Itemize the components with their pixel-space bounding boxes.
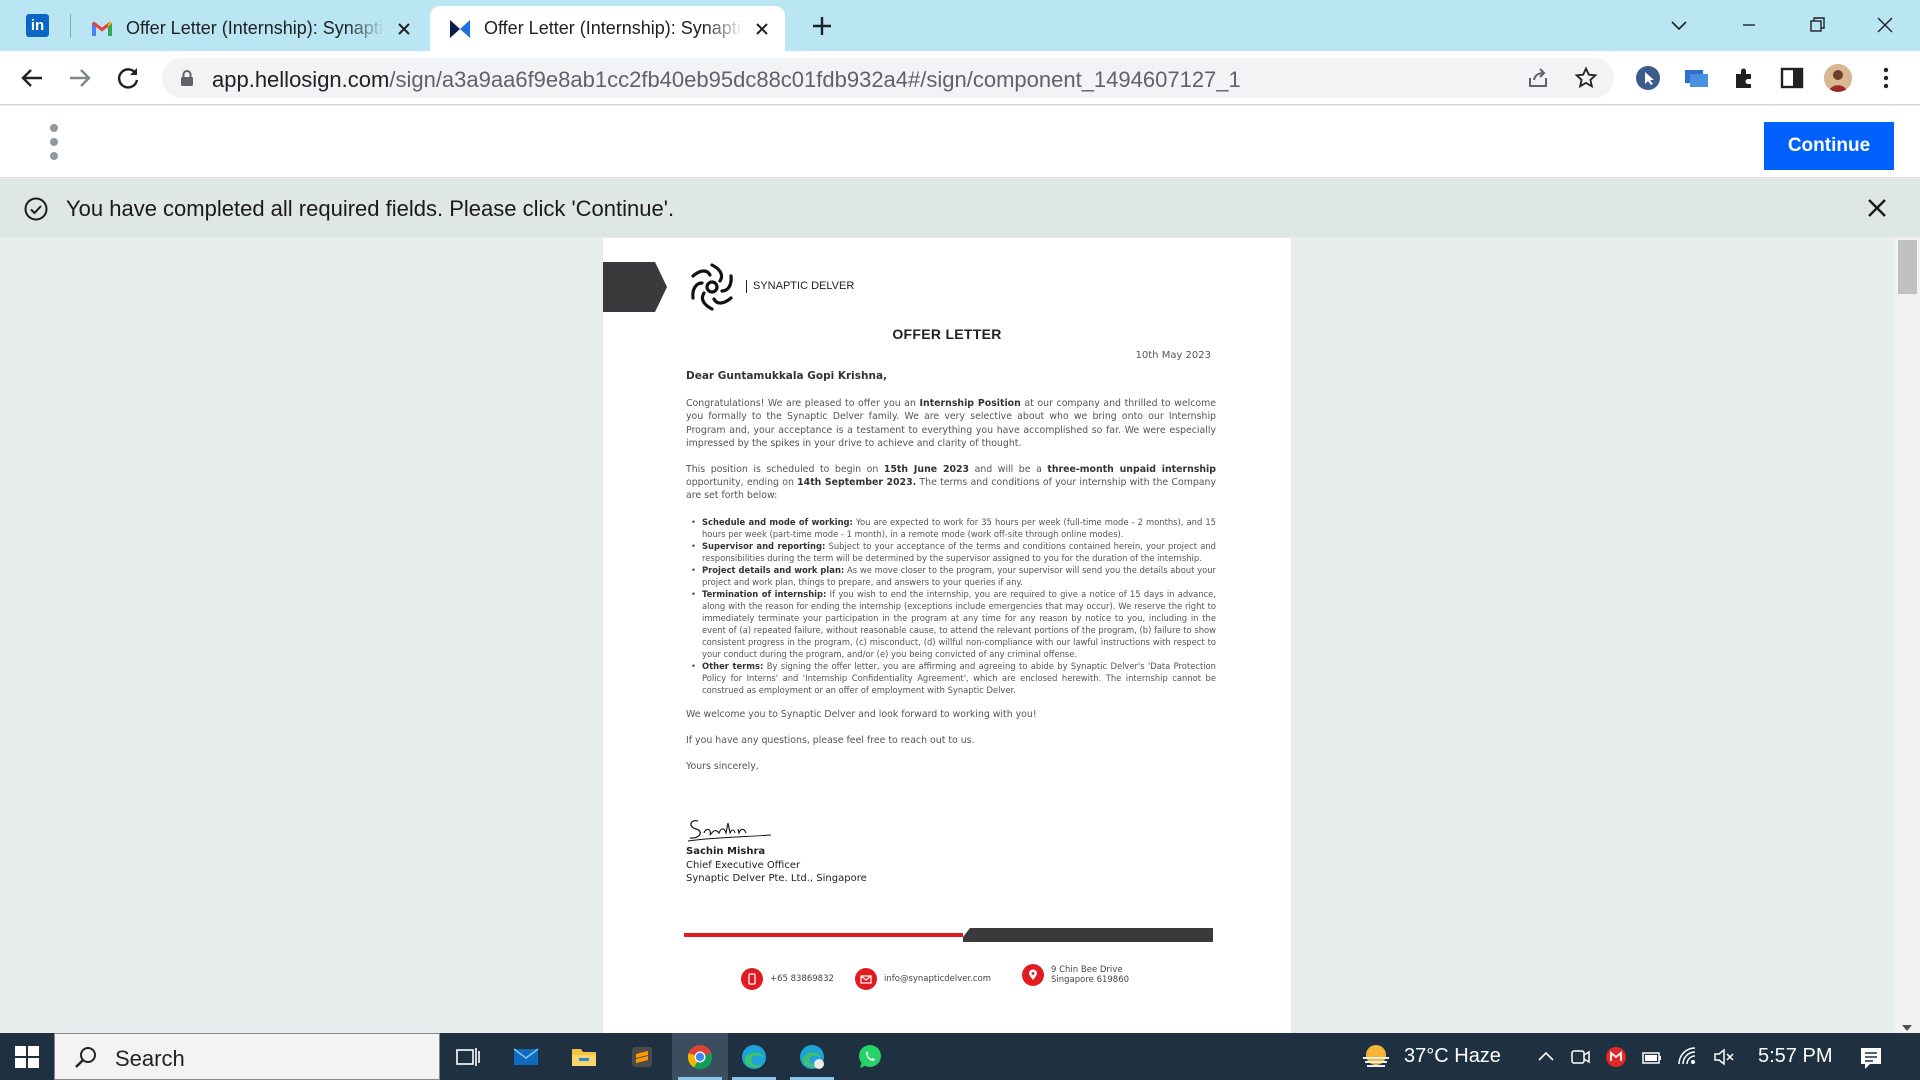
side-panel-icon[interactable] xyxy=(1778,64,1806,92)
weather-text[interactable]: 37°C Haze xyxy=(1404,1033,1501,1080)
url-text: app.hellosign.com/sign/a3a9aa6f9e8ab1cc2… xyxy=(212,67,1241,92)
sublime-text-icon[interactable] xyxy=(614,1033,670,1080)
close-tab-icon[interactable] xyxy=(751,18,773,40)
start-button[interactable] xyxy=(0,1033,54,1080)
document-viewport[interactable]: SYNAPTIC DELVER OFFER LETTER 10th May 20… xyxy=(0,238,1920,1033)
term-item: Termination of internship: If you wish t… xyxy=(691,588,1216,660)
close-tab-icon[interactable] xyxy=(393,18,415,40)
bookmark-star-icon[interactable] xyxy=(1574,66,1598,90)
vertical-scrollbar[interactable] xyxy=(1894,238,1920,1033)
signer-company: Synaptic Delver Pte. Ltd., Singapore xyxy=(686,873,867,884)
cursor-extension-icon[interactable] xyxy=(1634,64,1662,92)
letter-body: Dear Guntamukkala Gopi Krishna, Congratu… xyxy=(686,370,1216,789)
contact-email: info@synapticdelver.com xyxy=(855,968,991,990)
weather-haze-icon[interactable] xyxy=(1360,1042,1392,1072)
restore-icon[interactable] xyxy=(1802,10,1832,40)
search-icon xyxy=(75,1047,96,1068)
welcome-line: We welcome you to Synaptic Delver and lo… xyxy=(686,708,1037,720)
tab-gmail-offer-letter[interactable]: Offer Letter (Internship): Synaptic Delv… xyxy=(72,6,427,51)
term-item: Project details and work plan: As we mov… xyxy=(691,564,1216,588)
share-icon[interactable] xyxy=(1526,66,1550,90)
letter-date: 10th May 2023 xyxy=(1135,350,1211,361)
contact-phone: +65 83869832 xyxy=(741,968,834,990)
extensions-puzzle-icon[interactable] xyxy=(1730,64,1758,92)
search-label: Search xyxy=(115,1046,185,1071)
scroll-down-arrow-icon[interactable] xyxy=(1902,1025,1912,1031)
mail-app-icon[interactable] xyxy=(498,1033,554,1080)
chrome-app-icon[interactable] xyxy=(672,1033,728,1080)
header-arrow-decoration xyxy=(603,262,667,312)
show-hidden-icons-chevron-icon[interactable] xyxy=(1534,1045,1558,1069)
signer-block: Sachin Mishra Chief Executive Officer Sy… xyxy=(686,845,867,886)
terms-list: Schedule and mode of working: You are ex… xyxy=(686,516,1216,696)
lock-icon[interactable] xyxy=(178,69,196,87)
window-extension-icon[interactable] xyxy=(1682,64,1710,92)
phone-icon xyxy=(741,968,763,990)
clock-time[interactable]: 5:57 PM xyxy=(1758,1033,1832,1080)
linkedin-icon[interactable]: in xyxy=(26,14,49,37)
tab-separator xyxy=(70,14,71,38)
check-circle-icon xyxy=(24,197,48,221)
letter-title: OFFER LETTER xyxy=(892,326,1002,342)
volume-muted-icon[interactable] xyxy=(1712,1045,1736,1069)
footer-divider xyxy=(684,928,1213,942)
hellosign-header: Continue xyxy=(0,106,1920,178)
camera-tray-icon[interactable] xyxy=(1568,1045,1592,1069)
more-options-icon[interactable] xyxy=(48,122,60,162)
windows-logo-icon xyxy=(15,1046,39,1068)
new-tab-icon[interactable] xyxy=(810,14,834,38)
close-window-icon[interactable] xyxy=(1870,10,1900,40)
paragraph-intro: Congratulations! We are pleased to offer… xyxy=(686,398,1216,449)
signer-name: Sachin Mishra xyxy=(686,846,766,857)
browser-menu-icon[interactable] xyxy=(1872,64,1900,92)
task-view-icon[interactable] xyxy=(440,1033,496,1080)
notifications-icon[interactable] xyxy=(1858,1045,1884,1071)
mail-icon xyxy=(855,968,877,990)
taskbar-search-box[interactable]: Search xyxy=(54,1033,440,1080)
term-item: Other terms: By signing the offer letter… xyxy=(691,660,1216,696)
whatsapp-icon[interactable] xyxy=(842,1033,898,1080)
continue-button[interactable]: Continue xyxy=(1764,122,1894,170)
address-bar[interactable]: app.hellosign.com/sign/a3a9aa6f9e8ab1cc2… xyxy=(162,58,1614,98)
notice-message: You have completed all required fields. … xyxy=(66,196,675,221)
edge-app-icon[interactable] xyxy=(726,1033,782,1080)
browser-tab-strip: in Offer Letter (Internship): Synaptic D… xyxy=(0,0,1920,51)
offer-letter-page: SYNAPTIC DELVER OFFER LETTER 10th May 20… xyxy=(603,238,1291,1033)
gmail-icon xyxy=(92,21,112,36)
file-explorer-icon[interactable] xyxy=(556,1033,612,1080)
back-icon[interactable] xyxy=(18,64,46,92)
battery-icon[interactable] xyxy=(1640,1045,1664,1069)
completion-notice: You have completed all required fields. … xyxy=(0,179,1920,237)
hellosign-icon xyxy=(450,19,470,38)
tab-title: Offer Letter (Internship): Synaptic Delv… xyxy=(126,18,385,38)
signature-image xyxy=(687,820,772,842)
windows-taskbar: Search 37°C Haze 5:57 PM xyxy=(0,1033,1920,1080)
term-item: Schedule and mode of working: You are ex… xyxy=(691,516,1216,540)
questions-line: If you have any questions, please feel f… xyxy=(686,734,975,746)
location-pin-icon xyxy=(1022,964,1044,986)
synaptic-delver-logo xyxy=(691,263,733,311)
paragraph-schedule: This position is scheduled to begin on 1… xyxy=(686,464,1217,502)
signer-title: Chief Executive Officer xyxy=(686,859,801,871)
browser-toolbar: app.hellosign.com/sign/a3a9aa6f9e8ab1cc2… xyxy=(0,51,1920,105)
term-item: Supervisor and reporting: Subject to you… xyxy=(691,540,1216,564)
profile-avatar[interactable] xyxy=(1824,64,1852,92)
tab-hellosign-offer-letter[interactable]: Offer Letter (Internship): Synaptic Delv… xyxy=(430,6,785,51)
close-notice-icon[interactable] xyxy=(1864,195,1890,221)
tab-title: Offer Letter (Internship): Synaptic Delv… xyxy=(484,18,743,38)
edge-profile-app-icon[interactable] xyxy=(784,1033,840,1080)
tab-search-chevron-icon[interactable] xyxy=(1664,10,1694,40)
scrollbar-thumb[interactable] xyxy=(1898,240,1917,294)
salutation: Dear Guntamukkala Gopi Krishna, xyxy=(686,370,888,382)
reload-icon[interactable] xyxy=(114,64,142,92)
closing-line: Yours sincerely, xyxy=(686,761,759,773)
wifi-icon[interactable] xyxy=(1676,1045,1700,1069)
forward-icon[interactable] xyxy=(66,64,94,92)
gmail-tray-icon[interactable] xyxy=(1604,1045,1628,1069)
contact-address: 9 Chin Bee Drive Singapore 619860 xyxy=(1022,964,1129,986)
brand-name: SYNAPTIC DELVER xyxy=(746,280,854,293)
minimize-icon[interactable] xyxy=(1734,10,1764,40)
